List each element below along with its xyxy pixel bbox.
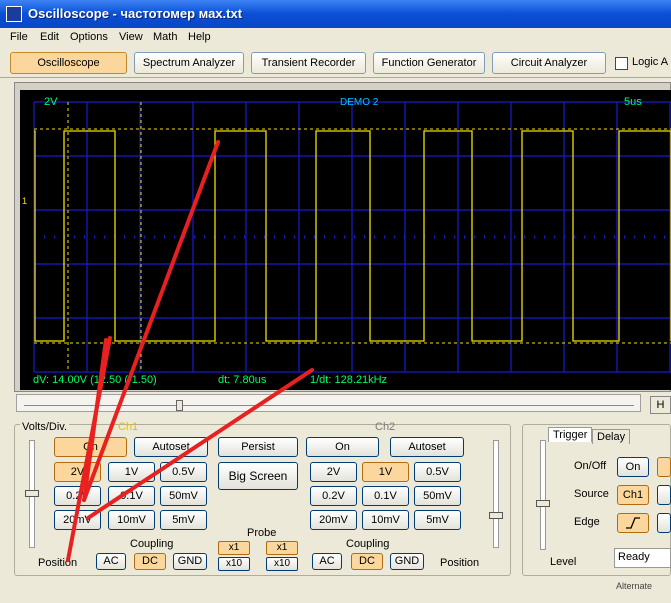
tab-circuit-analyzer[interactable]: Circuit Analyzer [492,52,606,74]
ch1-position-thumb[interactable] [25,490,39,497]
ch1-coupling-gnd[interactable]: GND [173,553,207,570]
probe-title: Probe [247,527,277,539]
ch2-position-thumb[interactable] [489,512,503,519]
ch2-coupling-title: Coupling [346,538,390,550]
ch2-coupling-gnd[interactable]: GND [390,553,424,570]
ch1-volts-0-1v[interactable]: 0.1V [108,486,155,506]
ch2-title: Ch2 [375,421,396,433]
volts-div-title: Volts/Div. [20,421,70,433]
ch1-title: Ch1 [118,421,139,433]
readout-dt: dt: 7.80us [218,374,267,386]
ch2-position-label: Position [440,557,480,569]
ch1-coupling-dc[interactable]: DC [134,553,166,570]
trigger-status: Ready [614,548,671,568]
time-slider-thumb[interactable] [176,400,183,411]
horizontal-button[interactable]: H [650,396,671,414]
logic-analyzer-checkbox[interactable] [615,57,628,70]
ch1-volts-0-2v[interactable]: 0.2V [54,486,101,506]
ch2-volts-2v[interactable]: 2V [310,462,357,482]
readout-dv: dV: 14.00V (12.50 (-1.50) [33,374,157,386]
ch2-volts-0-1v[interactable]: 0.1V [362,486,409,506]
ch1-volts-1v[interactable]: 1V [108,462,155,482]
footer-alternate: Alternate [616,581,653,591]
trigger-on-indicator[interactable] [657,457,671,477]
ch1-probe-x10[interactable]: x10 [218,557,250,571]
trigger-level-label: Level [550,556,577,568]
tab-spectrum-analyzer[interactable]: Spectrum Analyzer [134,52,244,74]
ch1-coupling-title: Coupling [130,538,174,550]
ch2-volts-50mv[interactable]: 50mV [414,486,461,506]
ch2-on-button[interactable]: On [306,437,379,457]
title-bar[interactable]: Oscilloscope - частотомер мах.txt [0,0,671,28]
scope-plot: 2V DEMO 2 5us 1 dV: 14.00V (12.50 (-1.50) dt:… [22,96,671,386]
tab-trigger[interactable]: Trigger [548,427,593,442]
trigger-source-button[interactable]: Ch1 [617,485,649,505]
readout-frequency: 1/dt: 128.21kHz [310,374,387,386]
ch1-autoset-button[interactable]: Autoset [134,437,208,457]
trigger-source-alt[interactable] [657,485,671,505]
trigger-level-thumb[interactable] [536,500,550,507]
ch2-coupling-ac[interactable]: AC [312,553,342,570]
ch2-volts-20mv[interactable]: 20mV [310,510,357,530]
scope-volts-label: 2V [44,96,58,108]
trigger-on-button[interactable]: On [617,457,649,477]
menu-options[interactable]: Options [70,31,108,43]
ch2-volts-0-5v[interactable]: 0.5V [414,462,461,482]
ch2-volts-5mv[interactable]: 5mV [414,510,461,530]
scope-screen[interactable]: 2V DEMO 2 5us 1 dV: 14.00V (12.50 (-1.50) dt:… [20,90,671,390]
logic-analyzer-label: Logic A [632,56,669,68]
trigger-edge-rising-icon[interactable] [617,513,649,533]
trigger-edge-alt[interactable] [657,513,671,533]
trigger-onoff-label: On/Off [574,460,607,472]
big-screen-button[interactable]: Big Screen [218,462,298,490]
menu-bar: File Edit Options View Math Help [0,28,671,48]
menu-view[interactable]: View [119,31,143,43]
trigger-edge-label: Edge [574,516,600,528]
trigger-level-track[interactable] [540,440,546,550]
ch1-volts-0-5v[interactable]: 0.5V [160,462,207,482]
scope-time-label: 5us [624,96,642,108]
time-position-slider[interactable] [16,394,641,412]
ch1-level-marker: 1 [22,196,27,206]
ch2-volts-1v[interactable]: 1V [362,462,409,482]
ch1-volts-50mv[interactable]: 50mV [160,486,207,506]
ch2-autoset-button[interactable]: Autoset [390,437,464,457]
instrument-tab-bar: Oscilloscope Spectrum Analyzer Transient… [0,48,671,78]
ch1-volts-5mv[interactable]: 5mV [160,510,207,530]
ch1-position-label: Position [38,557,78,569]
menu-math[interactable]: Math [153,31,177,43]
menu-edit[interactable]: Edit [40,31,59,43]
persist-button[interactable]: Persist [218,437,298,457]
trigger-source-label: Source [574,488,609,500]
tab-function-generator[interactable]: Function Generator [373,52,485,74]
ch2-volts-0-2v[interactable]: 0.2V [310,486,357,506]
ch1-volts-2v[interactable]: 2V [54,462,101,482]
scope-mode-label: DEMO 2 [340,97,379,108]
ch1-volts-10mv[interactable]: 10mV [108,510,155,530]
menu-help[interactable]: Help [188,31,211,43]
rising-edge-icon [626,517,640,529]
ch2-position-track[interactable] [493,440,499,548]
ch2-coupling-dc[interactable]: DC [351,553,383,570]
menu-file[interactable]: File [10,31,28,43]
oscilloscope-app-icon [6,6,22,22]
ch2-volts-10mv[interactable]: 10mV [362,510,409,530]
tab-transient-recorder[interactable]: Transient Recorder [251,52,366,74]
ch2-probe-x1[interactable]: x1 [266,541,298,555]
tab-oscilloscope[interactable]: Oscilloscope [10,52,127,74]
ch1-coupling-ac[interactable]: AC [96,553,126,570]
ch1-on-button[interactable]: On [54,437,127,457]
ch1-volts-20mv[interactable]: 20mV [54,510,101,530]
time-slider-track [24,405,634,406]
window-title: Oscilloscope - частотомер мах.txt [28,6,243,21]
tab-delay[interactable]: Delay [592,429,631,444]
ch2-probe-x10[interactable]: x10 [266,557,298,571]
ch1-probe-x1[interactable]: x1 [218,541,250,555]
